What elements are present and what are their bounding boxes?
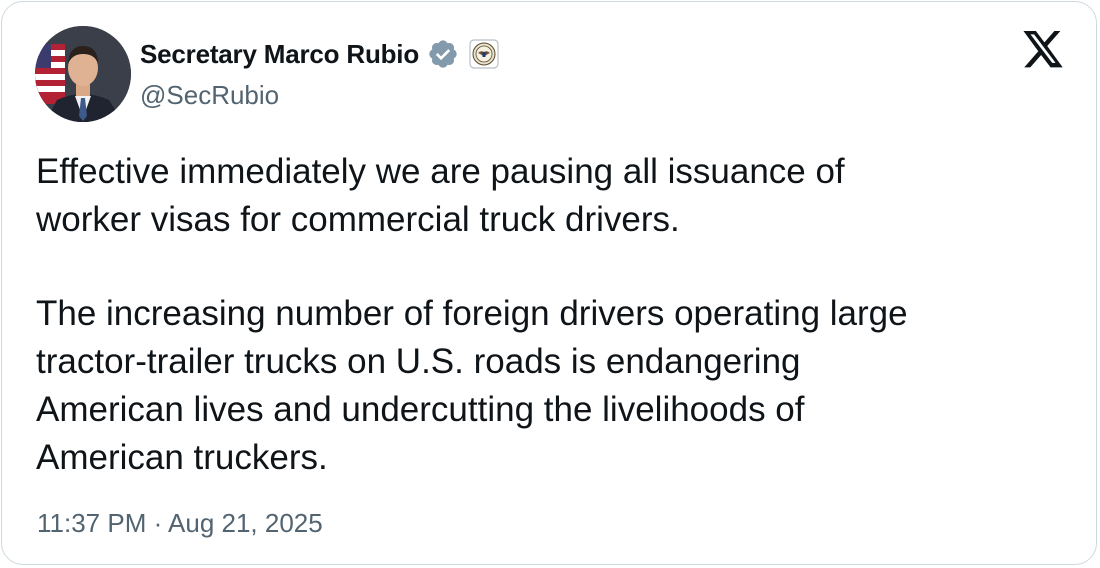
- verified-badge-icon: [427, 38, 459, 70]
- state-department-seal-icon: [469, 39, 499, 69]
- tweet-paragraph: The increasing number of foreign drivers…: [36, 290, 1066, 482]
- author-name-row: Secretary Marco Rubio: [140, 34, 499, 74]
- tweet-card: Secretary Marco Rubio @SecRubio Effectiv…: [1, 1, 1097, 565]
- tweet-line: The increasing number of foreign drivers…: [36, 294, 908, 333]
- tweet-timestamp[interactable]: 11:37 PM · Aug 21, 2025: [37, 508, 323, 539]
- tweet-text: Effective immediately we are pausing all…: [36, 148, 1066, 482]
- author-handle[interactable]: @SecRubio: [140, 80, 279, 111]
- tweet-paragraph: Effective immediately we are pausing all…: [36, 148, 1066, 244]
- x-logo-icon[interactable]: [1021, 31, 1065, 71]
- author-display-name[interactable]: Secretary Marco Rubio: [140, 39, 419, 70]
- tweet-line: Effective immediately we are pausing all…: [36, 152, 845, 191]
- tweet-line: worker visas for commercial truck driver…: [36, 200, 680, 239]
- avatar[interactable]: [35, 26, 131, 122]
- tweet-line: American lives and undercutting the live…: [36, 390, 805, 429]
- avatar-portrait-icon: [35, 26, 131, 122]
- tweet-line: tractor-trailer trucks on U.S. roads is …: [36, 342, 801, 381]
- tweet-line: American truckers.: [36, 438, 328, 477]
